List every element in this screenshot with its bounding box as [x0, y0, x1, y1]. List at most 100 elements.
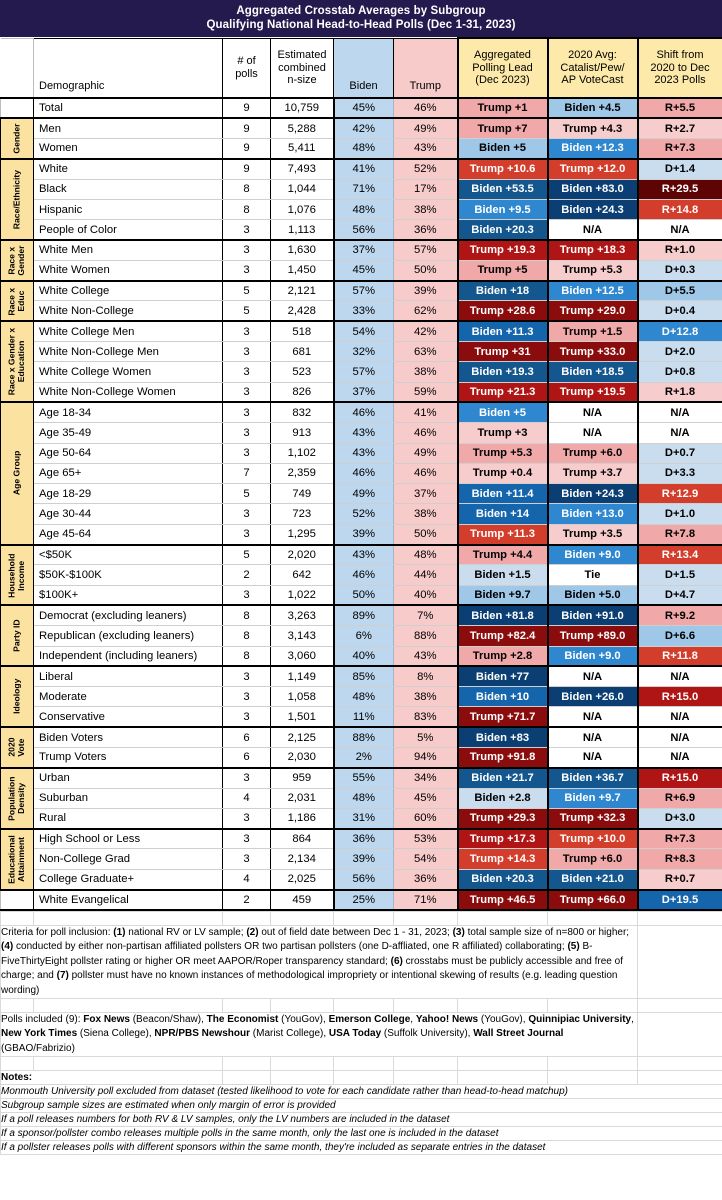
cell-biden-pct: 56%: [332, 219, 394, 242]
cell-trump-pct: 5%: [393, 726, 459, 749]
cell-nsize: 1,450: [270, 259, 335, 282]
header-demographic: Demographic: [33, 37, 223, 99]
cell-trump-pct: 38%: [393, 198, 459, 221]
table-row: Age 35-49 3 913 43% 46% Trump +3 N/A N/A: [1, 422, 722, 444]
header-nsize-l1: Estimated: [277, 49, 327, 61]
cell-trump-pct: 17%: [393, 178, 459, 200]
category-label-text: 2020 Vote: [6, 737, 26, 758]
cell-demographic: Total: [33, 96, 223, 120]
table-row: $100K+ 3 1,022 50% 40% Biden +9.7 Biden +5.0 D+…: [1, 584, 722, 607]
cell-nsize: 10,759: [270, 96, 335, 120]
cell-trump-pct: 62%: [393, 300, 459, 323]
category-label-text: Race x Educ: [6, 287, 26, 315]
cell-demographic: Hispanic: [33, 198, 223, 221]
cell-demographic: White Non-College Women: [33, 381, 223, 404]
notes-empty: [270, 1070, 334, 1086]
category-label-ideology: Ideology: [0, 665, 34, 728]
pollster-name: Quinnipiac University: [528, 1013, 632, 1025]
cell-demographic: Non-College Grad: [33, 848, 223, 870]
cell-polling-lead: Biden +20.3: [456, 868, 549, 891]
cell-num-polls: 5: [222, 543, 271, 566]
header-avg-l1: 2020 Avg:: [568, 49, 617, 62]
cell-trump-pct: 46%: [393, 462, 459, 485]
table-body: Total 9 10,759 45% 46% Trump +1 Biden +4.5 R+5.…: [0, 96, 722, 911]
header-nsize-l2: combined: [278, 61, 326, 74]
cell-2020-avg: Trump +29.0: [546, 300, 639, 323]
cell-num-polls: 7: [222, 462, 271, 485]
cell-demographic: $100K+: [33, 584, 223, 607]
cell-biden-pct: 43%: [332, 442, 394, 464]
criteria-row: Criteria for poll inclusion: (1) nationa…: [0, 924, 722, 999]
table-row: Gender Men 9 5,288 42% 49% Trump +7 Trump +4.3 R…: [0, 117, 722, 160]
cell-polling-lead: Trump +19.3: [456, 239, 549, 261]
table-row: White Non-College Women 3 826 37% 59% Trump +…: [1, 381, 722, 404]
table-row: Conservative 3 1,501 11% 83% Trump +71.7 N/A N/…: [1, 706, 722, 729]
cell-polling-lead: Biden +83: [456, 726, 549, 749]
cell-biden-pct: 50%: [332, 584, 394, 607]
pollster-name: Fox News: [83, 1013, 130, 1025]
cell-nsize: 3,143: [270, 625, 335, 647]
category-label-text: Age Group: [11, 451, 22, 496]
header-nsize: Estimated combined n-size: [270, 37, 334, 99]
cell-2020-avg: N/A: [546, 219, 639, 242]
cell-trump-pct: 46%: [393, 422, 459, 444]
note-row: If a poll releases numbers for both RV &…: [0, 1112, 722, 1128]
cell-polling-lead: Trump +2.8: [456, 645, 549, 668]
cell-trump-pct: 53%: [393, 827, 459, 850]
table-row: Party ID Democrat (excluding leaners) 8 3,2…: [0, 604, 722, 667]
page-title: Aggregated Crosstab Averages by Subgroup…: [0, 0, 722, 37]
criteria-number: (2): [246, 926, 259, 938]
footnote-spacer-row-3: [0, 1056, 722, 1072]
spacer-cell: [393, 910, 458, 926]
cell-nsize: 5,288: [270, 117, 335, 140]
footnote-spacer-row-1: [0, 910, 722, 926]
cell-shift: D+0.7: [636, 442, 722, 464]
table-row: Household Income <$50K 5 2,020 43% 48% Trump +…: [0, 543, 722, 606]
cell-demographic: White Non-College: [33, 300, 223, 323]
category-label-race-x-educ: Race x Educ: [0, 279, 34, 322]
table-row: White College Women 3 523 57% 38% Biden +19.3…: [1, 361, 722, 383]
cell-polling-lead: Trump +21.3: [456, 381, 549, 404]
note-row: Subgroup sample sizes are estimated when…: [0, 1098, 722, 1114]
cell-demographic: Women: [33, 138, 223, 160]
cell-nsize: 3,060: [270, 645, 335, 668]
cell-trump-pct: 36%: [393, 219, 459, 242]
cell-demographic: White Men: [33, 239, 223, 261]
category-label-race-x-gender-x-education: Race x Gender x Education: [0, 320, 34, 403]
category-label-text: Race x Gender x Education: [6, 328, 26, 396]
category-label-text: Gender: [11, 123, 22, 154]
cell-nsize: 749: [270, 483, 335, 505]
cell-nsize: 959: [270, 766, 335, 789]
cell-num-polls: 8: [222, 625, 271, 647]
cell-shift: D+0.8: [636, 361, 722, 383]
cell-num-polls: 8: [222, 604, 271, 627]
cell-trump-pct: 34%: [393, 766, 459, 789]
cell-nsize: 1,295: [270, 523, 335, 546]
cell-2020-avg: N/A: [546, 422, 639, 444]
spacer-cell: [270, 997, 334, 1013]
cell-polling-lead: Biden +5: [456, 138, 549, 160]
header-polling-lead: Aggregated Polling Lead (Dec 2023): [456, 37, 549, 99]
cell-2020-avg: Trump +89.0: [546, 625, 639, 647]
cell-nsize: 5,411: [270, 138, 335, 160]
cell-biden-pct: 39%: [332, 523, 394, 546]
table-row: People of Color 3 1,113 56% 36% Biden +20.3 N/…: [1, 219, 722, 242]
cell-demographic: Age 45-64: [33, 523, 223, 546]
table-row: White Women 3 1,450 45% 50% Trump +5 Trump +5.…: [1, 259, 722, 282]
cell-trump-pct: 41%: [393, 401, 459, 424]
cell-shift: D+4.7: [636, 584, 722, 607]
cell-2020-avg: Trump +66.0: [546, 888, 639, 911]
note-text: If a pollster releases polls with differ…: [0, 1140, 722, 1156]
note-text: If a poll releases numbers for both RV &…: [0, 1112, 722, 1128]
cell-2020-avg: Trump +3.7: [546, 462, 639, 485]
cell-trump-pct: 50%: [393, 259, 459, 282]
cell-shift: R+2.7: [636, 117, 722, 140]
table-row: Age 30-44 3 723 52% 38% Biden +14 Biden +13.0 D…: [1, 503, 722, 525]
criteria-empty-cell: [637, 924, 722, 999]
header-avg-l2: Catalist/Pew/: [560, 61, 625, 74]
cell-demographic: Rural: [33, 807, 223, 830]
cell-polling-lead: Biden +14: [456, 503, 549, 525]
cell-nsize: 1,186: [270, 807, 335, 830]
cell-trump-pct: 57%: [393, 239, 459, 261]
cell-polling-lead: Trump +10.6: [456, 157, 549, 180]
